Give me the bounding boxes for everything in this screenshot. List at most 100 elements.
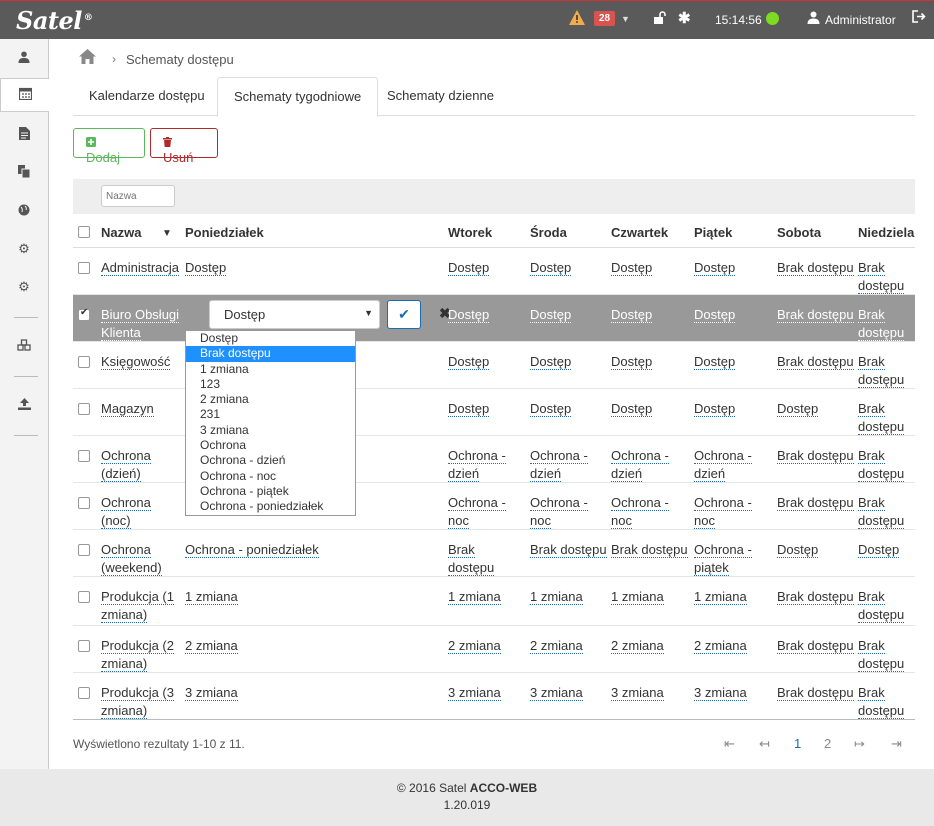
cell-sat[interactable]: Brak dostępu	[777, 588, 854, 606]
cell-thu-text[interactable]: dzień	[611, 466, 643, 482]
cell-fri[interactable]: Ochrona - piątek	[694, 541, 752, 577]
delete-button[interactable]: Usuń	[150, 128, 218, 165]
cell-wed[interactable]: 3 zmiana	[530, 684, 583, 702]
tab-daily-schedules[interactable]: Schematy dzienne	[371, 77, 510, 116]
cell-sun[interactable]: Brak dostępu	[858, 447, 905, 483]
cell-sun[interactable]: Brak dostępu	[858, 306, 905, 342]
cell-tue-text[interactable]: Ochrona -	[448, 495, 506, 511]
sidebar-item-settings-group[interactable]: ⚙	[0, 232, 48, 266]
table-row[interactable]: Administracja Dostęp Dostęp Dostęp Dostęp Dos…	[73, 248, 915, 295]
cell-fri-text[interactable]: Ochrona -	[694, 542, 752, 558]
cell-sat[interactable]: Brak dostępu	[777, 259, 854, 277]
cell-sun-text[interactable]: Brak	[858, 685, 885, 701]
cell-wed-text[interactable]: Dostęp	[530, 401, 572, 417]
first-page-button[interactable]: ⇤	[724, 736, 735, 752]
lock-open-icon[interactable]	[653, 11, 667, 28]
cell-sat-text[interactable]: Brak dostępu	[777, 495, 854, 511]
warning-icon[interactable]	[569, 10, 585, 28]
cell-name[interactable]: Ochrona (noc)	[101, 494, 151, 530]
cell-sat[interactable]: Dostęp	[777, 400, 819, 418]
cell-monday-text[interactable]: 3 zmiana	[185, 685, 238, 701]
cell-sat[interactable]: Brak dostępu	[777, 494, 854, 512]
dropdown-option[interactable]: Ochrona - dzień	[186, 453, 355, 468]
cell-name-text[interactable]: Biuro Obsługi	[101, 307, 180, 323]
page-1-button[interactable]: 1	[794, 736, 801, 751]
cell-fri[interactable]: 2 zmiana	[694, 637, 747, 655]
cell-thu[interactable]: 3 zmiana	[611, 684, 664, 702]
cell-sat[interactable]: Brak dostępu	[777, 684, 854, 702]
cell-tue-text[interactable]: 3 zmiana	[448, 685, 501, 701]
cell-tue[interactable]: 2 zmiana	[448, 637, 501, 655]
cell-monday[interactable]: Dostęp	[185, 259, 227, 277]
cell-wed-text[interactable]: 2 zmiana	[530, 638, 583, 654]
sidebar-item-network[interactable]	[0, 194, 48, 228]
name-filter-input[interactable]	[101, 185, 175, 207]
cell-sun[interactable]: Brak dostępu	[858, 588, 905, 624]
cell-sun-text[interactable]: dostępu	[858, 607, 905, 623]
cell-fri[interactable]: Dostęp	[694, 353, 736, 371]
dropdown-option[interactable]: 2 zmiana	[186, 392, 355, 407]
alarm-count-badge[interactable]: 28	[594, 11, 616, 26]
cell-sat-text[interactable]: Brak dostępu	[777, 354, 854, 370]
last-page-button[interactable]: ⇥	[891, 736, 902, 752]
cell-tue[interactable]: Brak dostępu	[448, 541, 495, 577]
cell-thu-text[interactable]: Dostęp	[611, 354, 653, 370]
cell-tue[interactable]: Dostęp	[448, 259, 490, 277]
cell-tue[interactable]: Dostęp	[448, 400, 490, 418]
row-checkbox[interactable]	[78, 403, 90, 415]
row-checkbox[interactable]	[78, 450, 90, 462]
cell-sat[interactable]: Brak dostępu	[777, 353, 854, 371]
cell-wed-text[interactable]: dzień	[530, 466, 562, 482]
cell-sat[interactable]: Brak dostępu	[777, 306, 854, 324]
row-checkbox[interactable]	[78, 356, 90, 368]
cell-tue[interactable]: Dostęp	[448, 306, 490, 324]
cell-sat-text[interactable]: Dostęp	[777, 401, 819, 417]
cell-name[interactable]: Produkcja (3 zmiana)	[101, 684, 174, 720]
cell-monday[interactable]: 2 zmiana	[185, 637, 238, 655]
cell-wed[interactable]: Dostęp	[530, 400, 572, 418]
cell-name-text[interactable]: (dzień)	[101, 466, 141, 482]
cell-sat-text[interactable]: Brak dostępu	[777, 685, 854, 701]
cell-name[interactable]: Administracja	[101, 259, 180, 277]
cell-fri-text[interactable]: Dostęp	[694, 354, 736, 370]
cell-fri[interactable]: Dostęp	[694, 306, 736, 324]
cell-monday-text[interactable]: Ochrona - poniedziałek	[185, 542, 319, 558]
cell-wed[interactable]: Dostęp	[530, 259, 572, 277]
page-2-button[interactable]: 2	[824, 736, 831, 751]
cell-sun-text[interactable]: dostępu	[858, 703, 905, 719]
sort-desc-icon[interactable]: ▼	[162, 228, 172, 239]
cell-tue-text[interactable]: Dostęp	[448, 307, 490, 323]
cell-sun[interactable]: Dostęp	[858, 541, 900, 559]
cell-fri[interactable]: Dostęp	[694, 400, 736, 418]
cell-sun-text[interactable]: Brak	[858, 354, 885, 370]
cell-name[interactable]: Ochrona (dzień)	[101, 447, 151, 483]
cell-tue-text[interactable]: Dostęp	[448, 354, 490, 370]
cell-fri[interactable]: Ochrona - dzień	[694, 447, 752, 483]
dropdown-option[interactable]: Ochrona	[186, 438, 355, 453]
home-icon[interactable]	[79, 49, 96, 69]
cell-name-text[interactable]: zmiana)	[101, 703, 148, 719]
cell-tue[interactable]: Ochrona - noc	[448, 494, 506, 530]
cell-name[interactable]: Magazyn	[101, 400, 154, 418]
cell-thu-text[interactable]: 1 zmiana	[611, 589, 664, 605]
cell-tue[interactable]: Dostęp	[448, 353, 490, 371]
cell-monday-text[interactable]: Dostęp	[185, 260, 227, 276]
cell-monday[interactable]: 1 zmiana	[185, 588, 238, 606]
cell-wed-text[interactable]: Dostęp	[530, 260, 572, 276]
prev-page-button[interactable]: ↤	[759, 736, 770, 752]
cell-fri-text[interactable]: 2 zmiana	[694, 638, 747, 654]
cell-tue-text[interactable]: noc	[448, 513, 469, 529]
tab-access-calendars[interactable]: Kalendarze dostępu	[73, 77, 221, 116]
cell-fri[interactable]: 3 zmiana	[694, 684, 747, 702]
cell-sun-text[interactable]: dostępu	[858, 466, 905, 482]
cell-thu[interactable]: Dostęp	[611, 353, 653, 371]
dropdown-option[interactable]: Ochrona - noc	[186, 469, 355, 484]
cell-wed[interactable]: Dostęp	[530, 306, 572, 324]
cell-sun[interactable]: Brak dostępu	[858, 400, 905, 436]
sidebar-item-documents[interactable]	[0, 118, 48, 152]
dropdown-option[interactable]: Brak dostępu	[186, 346, 355, 362]
cell-name-text[interactable]: Ochrona	[101, 495, 151, 511]
cell-sun-text[interactable]: dostępu	[858, 372, 905, 388]
cell-thu[interactable]: Ochrona - dzień	[611, 447, 669, 483]
cell-fri-text[interactable]: Ochrona -	[694, 448, 752, 464]
